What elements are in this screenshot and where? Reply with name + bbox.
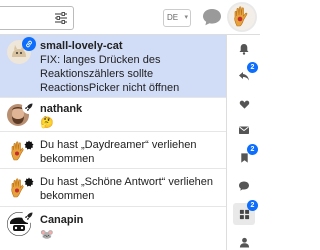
review-icon — [239, 209, 249, 219]
chat-icon[interactable] — [201, 6, 223, 28]
bookmarks-count-badge: 2 — [247, 144, 258, 155]
bell-icon — [239, 44, 249, 55]
notification-text-line: bekommen — [40, 153, 95, 165]
reaction-emoji: 🐭 — [40, 229, 54, 241]
badge-icon — [22, 175, 36, 189]
notification-list: small-lovely-cat FIX: langes Drücken des… — [0, 35, 226, 250]
notification-item[interactable]: Canapin 🐭 — [0, 207, 226, 250]
chevron-down-icon: ▾ — [184, 14, 188, 21]
notification-username: small-lovely-cat — [40, 40, 123, 52]
tab-bookmarks[interactable]: 2 — [233, 144, 258, 169]
tab-messages[interactable] — [233, 119, 255, 141]
notification-text: FIX: langes Drücken des Reaktionszählers… — [40, 53, 179, 95]
tab-review[interactable]: 2 — [233, 200, 258, 225]
tab-replies[interactable]: 2 — [233, 62, 258, 87]
notification-item[interactable]: Du hast „Daydreamer“ verliehen bekommen — [0, 132, 226, 168]
tab-chat[interactable] — [233, 175, 255, 197]
notification-item[interactable]: Du hast „Schöne Antwort“ verliehen bekom… — [0, 169, 226, 206]
notification-text: Du hast „Schöne Antwort“ verliehen bekom… — [40, 175, 213, 203]
notification-item[interactable]: small-lovely-cat FIX: langes Drücken des… — [0, 35, 226, 97]
notification-text-line: bekommen — [40, 190, 95, 202]
header-bar: DE ▾ — [0, 0, 260, 34]
rocket-icon — [22, 100, 36, 114]
notification-text-line: ReactionsPicker nicht öffnen — [40, 82, 180, 94]
tab-all-notifications[interactable] — [233, 38, 255, 60]
notification-item[interactable]: nathank 🤔 — [0, 98, 226, 131]
notification-username: Canapin — [40, 214, 84, 226]
bookmark-icon — [240, 153, 248, 163]
notification-text-line: FIX: langes Drücken des — [40, 54, 161, 66]
link-icon — [22, 37, 36, 51]
replies-count-badge: 2 — [247, 62, 258, 73]
heart-icon — [239, 100, 249, 109]
notification-text-line: Du hast „Schöne Antwort“ verliehen — [40, 176, 214, 188]
review-count-badge: 2 — [247, 200, 258, 211]
language-value: DE — [167, 13, 179, 22]
chat-icon — [239, 181, 249, 191]
notification-text-line: Du hast „Daydreamer“ verliehen — [40, 139, 197, 151]
user-menu-tabs: 2 2 2 — [226, 35, 260, 250]
notification-text: Du hast „Daydreamer“ verliehen bekommen — [40, 138, 197, 166]
person-icon — [239, 237, 249, 248]
notification-username: nathank — [40, 103, 83, 115]
user-menu-panel: small-lovely-cat FIX: langes Drücken des… — [0, 34, 260, 250]
mail-icon — [239, 126, 249, 134]
badge-icon — [22, 138, 36, 152]
search-input[interactable] — [0, 6, 74, 30]
tab-likes[interactable] — [233, 93, 255, 115]
filter-icon[interactable] — [54, 12, 68, 24]
rocket-icon — [22, 209, 36, 223]
notification-text-line: Reaktionszählers sollte — [40, 68, 154, 80]
reaction-emoji: 🤔 — [40, 117, 54, 129]
user-avatar[interactable] — [229, 4, 255, 30]
language-select[interactable]: DE ▾ — [163, 9, 191, 27]
tab-profile[interactable] — [233, 231, 255, 250]
hand-avatar-icon — [229, 4, 255, 30]
